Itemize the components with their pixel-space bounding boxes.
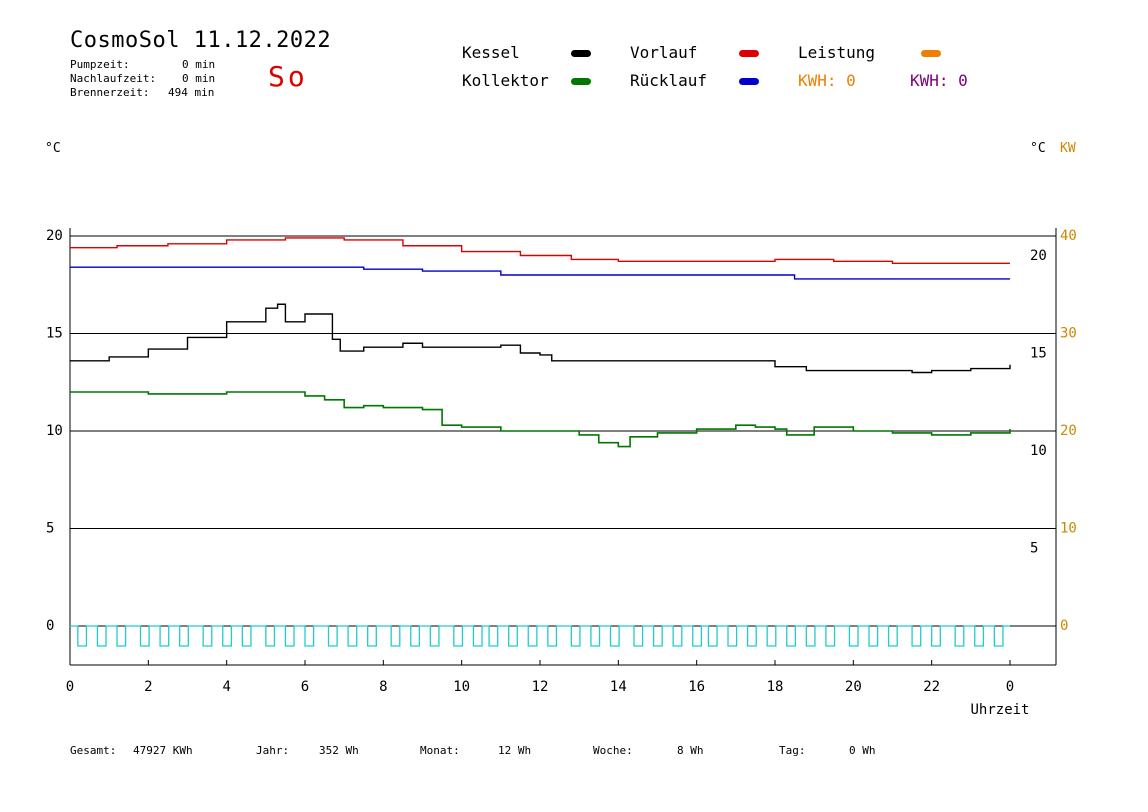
footer-woche-label: Woche:: [593, 744, 633, 757]
footer-gesamt-label: Gesamt:: [70, 744, 117, 757]
x-axis-label: Uhrzeit: [970, 702, 1029, 718]
footer-tag-label: Tag:: [779, 744, 806, 757]
series-pumpe: [70, 625, 1010, 647]
x-tick-label: 0: [1006, 679, 1014, 695]
footer-jahr-label: Jahr:: [256, 744, 290, 757]
y-right-temp-tick-label: 20: [1030, 248, 1047, 264]
x-tick-label: 18: [767, 679, 784, 695]
x-tick-label: 4: [222, 679, 230, 695]
y-right-kw-tick-label: 20: [1060, 423, 1077, 439]
y-right-kw-tick-label: 10: [1060, 521, 1077, 537]
x-tick-label: 16: [688, 679, 705, 695]
footer-monat-value: 12 Wh: [498, 744, 532, 757]
y-right-temp-tick-label: 5: [1030, 541, 1038, 557]
x-tick-label: 22: [923, 679, 940, 695]
y-right-kw-tick-label: 40: [1060, 228, 1077, 244]
y-left-tick-label: 5: [46, 521, 54, 537]
footer-jahr-value: 352 Wh: [319, 744, 359, 757]
footer-tag-value: 0 Wh: [849, 744, 876, 757]
y-left-tick-label: 0: [46, 618, 54, 634]
y-left-tick-label: 10: [46, 423, 63, 439]
footer-monat-label: Monat:: [420, 744, 460, 757]
y-right-temp-tick-label: 10: [1030, 443, 1047, 459]
x-tick-label: 20: [845, 679, 862, 695]
y-right-temp-tick-label: 15: [1030, 346, 1047, 362]
y-right-kw-tick-label: 0: [1060, 618, 1068, 634]
x-tick-label: 10: [453, 679, 470, 695]
x-tick-label: 12: [532, 679, 549, 695]
temperature-chart: 20 15 10 5 0 20 15 10 5 40 30 20 10 0 0 2 4 6 8 10 12 14 16 18 2…: [46, 228, 1077, 718]
y-left-tick-label: 20: [46, 228, 63, 244]
series-vorlauf: [70, 237, 1010, 264]
x-tick-label: 8: [379, 679, 387, 695]
x-tick-label: 2: [144, 679, 152, 695]
series-rcklauf: [70, 266, 1010, 280]
x-tick-label: 14: [610, 679, 627, 695]
footer-woche-value: 8 Wh: [677, 744, 704, 757]
series-kessel: [70, 303, 1011, 374]
y-right-kw-tick-label: 30: [1060, 326, 1077, 342]
x-tick-label: 6: [301, 679, 309, 695]
x-tick-label: 0: [66, 679, 74, 695]
footer-gesamt-value: 47927 KWh: [133, 744, 193, 757]
y-left-tick-label: 15: [46, 326, 63, 342]
series-kollektor: [70, 391, 1011, 448]
